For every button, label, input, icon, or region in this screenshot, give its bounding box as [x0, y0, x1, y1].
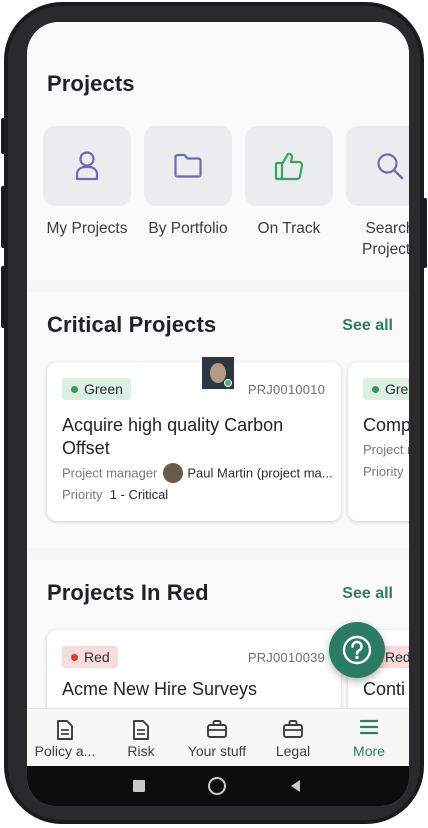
see-all-link[interactable]: See all — [342, 317, 393, 335]
search-icon — [377, 153, 404, 180]
priority-label: Priority — [62, 487, 103, 502]
status-dot — [372, 385, 379, 393]
help-button[interactable] — [329, 622, 385, 678]
projects-section: Projects My Projects By Portfolio On Tra… — [27, 22, 409, 280]
project-title: Conti — [363, 679, 406, 699]
briefcase-icon — [283, 720, 303, 738]
system-navigation-bar — [27, 766, 409, 806]
quick-action-on-track[interactable]: On Track — [245, 126, 333, 239]
phone-side-button — [1, 118, 6, 154]
person-icon — [75, 151, 99, 181]
priority-row: Priority 1 - Critical — [62, 487, 168, 502]
status-label: Green — [84, 381, 123, 397]
app-screen: Projects My Projects By Portfolio On Tra… — [27, 22, 409, 806]
tab-label: Policy a... — [34, 743, 96, 759]
phone-side-button — [1, 186, 6, 248]
project-number: PRJ0010039 — [247, 650, 325, 665]
quick-action-label: Search Projects — [362, 220, 409, 258]
quick-action-search-projects[interactable]: Search Projects — [346, 126, 409, 260]
status-label: Gre — [385, 381, 409, 397]
quick-action-label: By Portfolio — [148, 220, 228, 237]
project-card[interactable]: Gre Comp Project m Priority — [348, 362, 409, 521]
phone-side-button — [422, 198, 427, 268]
project-title: Comp — [363, 415, 409, 435]
project-title: Acquire high quality Carbon Offset — [62, 415, 284, 458]
tab-legal[interactable]: Legal — [255, 709, 331, 767]
project-manager-label: Project manager — [62, 465, 158, 481]
user-avatar — [202, 357, 234, 389]
priority-label: Priority — [363, 464, 404, 479]
phone-side-button — [1, 266, 6, 328]
tab-label: Legal — [275, 743, 311, 759]
quick-action-tile — [346, 126, 409, 206]
project-number: PRJ0010010 — [247, 382, 325, 397]
section-title: Projects — [47, 71, 135, 96]
status-badge: Red — [62, 646, 118, 668]
project-title: Acme New Hire Surveys — [62, 679, 258, 699]
status-badge: Green — [62, 378, 131, 400]
project-manager-label: Project m — [363, 442, 409, 457]
online-dot — [224, 379, 232, 387]
manager-avatar — [163, 463, 184, 483]
project-card[interactable]: Green PRJ0010010 Acquire high quality Ca… — [47, 362, 341, 521]
document-icon — [133, 720, 149, 740]
tab-label: Your stuff — [187, 743, 247, 759]
status-dot — [71, 385, 78, 393]
tab-your-stuff[interactable]: Your stuff — [179, 709, 255, 767]
project-manager-name: Paul Martin (project ma... — [187, 465, 333, 481]
thumbs-up-icon — [274, 152, 304, 181]
back-button[interactable] — [289, 779, 301, 793]
priority-value: 1 - Critical — [109, 487, 169, 502]
status-badge: Gre — [363, 378, 409, 400]
quick-action-tile — [144, 126, 232, 206]
quick-action-my-projects[interactable]: My Projects — [43, 126, 131, 239]
tab-label: Risk — [127, 743, 155, 759]
tab-policy[interactable]: Policy a... — [27, 709, 103, 767]
tab-more[interactable]: More — [331, 709, 407, 767]
recents-button[interactable] — [133, 780, 145, 792]
critical-projects-section: Critical Projects See all Green PRJ00100… — [27, 292, 409, 548]
menu-icon — [360, 719, 378, 735]
quick-action-label: My Projects — [46, 220, 128, 237]
project-manager-row: Project manager Paul Martin (project ma..… — [62, 463, 333, 484]
document-icon — [57, 720, 73, 740]
briefcase-icon — [207, 720, 227, 738]
home-button[interactable] — [208, 777, 226, 795]
section-title: Critical Projects — [47, 312, 217, 337]
folder-icon — [174, 153, 202, 178]
section-title: Projects In Red — [47, 580, 209, 605]
quick-action-label: On Track — [257, 220, 321, 237]
tab-risk[interactable]: Risk — [103, 709, 179, 767]
bottom-tab-bar: Policy a... Risk Your stuff Legal More — [27, 708, 409, 767]
quick-action-tile — [43, 126, 131, 206]
status-dot — [71, 653, 78, 661]
quick-action-by-portfolio[interactable]: By Portfolio — [144, 126, 232, 239]
status-label: Red — [385, 649, 409, 665]
tab-label: More — [353, 743, 385, 759]
status-label: Red — [84, 649, 110, 665]
quick-action-tile — [245, 126, 333, 206]
see-all-link[interactable]: See all — [342, 585, 393, 603]
help-icon — [342, 635, 372, 665]
